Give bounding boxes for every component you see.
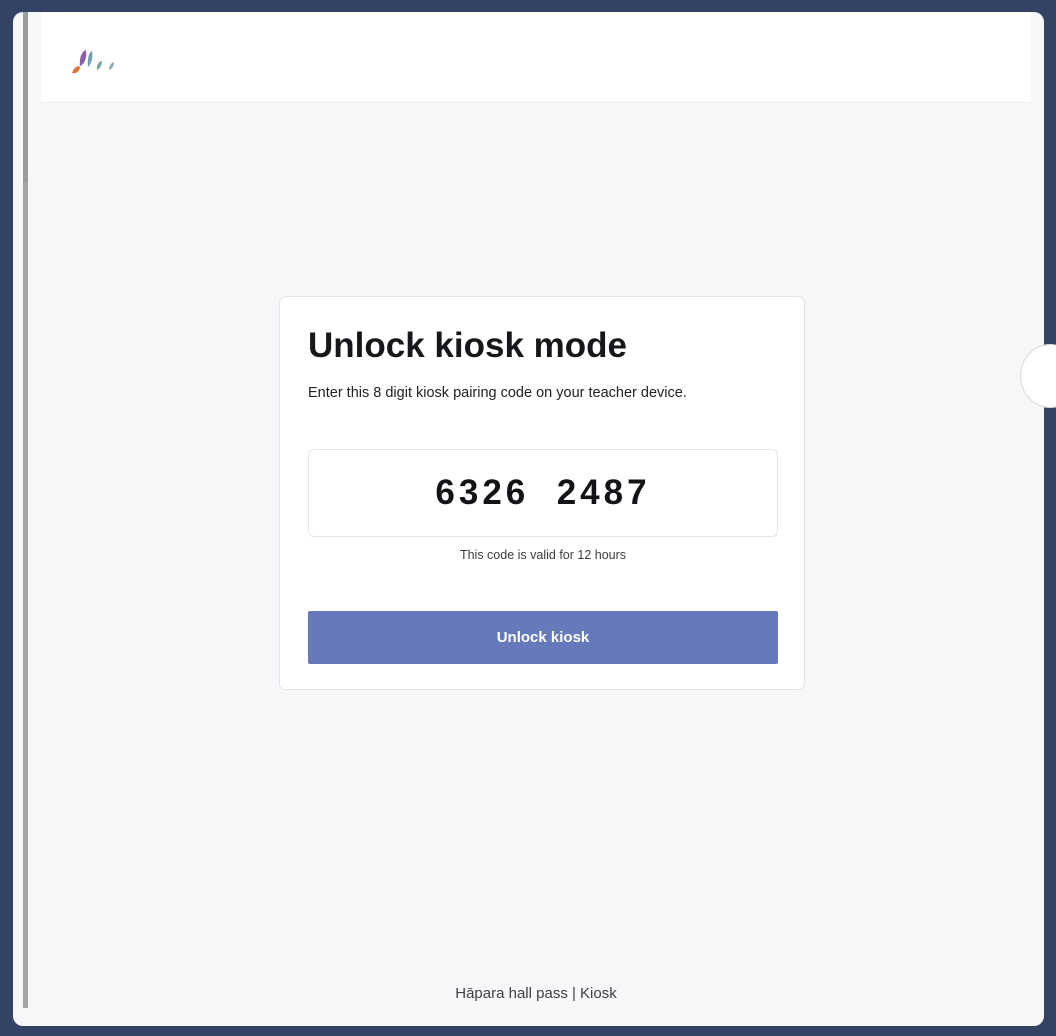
code-validity-note: This code is valid for 12 hours: [459, 548, 627, 562]
card-title: Unlock kiosk mode: [308, 326, 627, 365]
hapara-logo-icon[interactable]: [68, 46, 118, 80]
pairing-code-box: 6326 2487: [308, 449, 778, 537]
unlock-kiosk-button[interactable]: Unlock kiosk: [308, 611, 778, 664]
card-description: Enter this 8 digit kiosk pairing code on…: [308, 385, 687, 401]
top-header: [41, 12, 1031, 103]
footer-text: Hāpara hall pass | Kiosk: [455, 985, 617, 1002]
unlock-kiosk-card: Unlock kiosk mode Enter this 8 digit kio…: [279, 296, 805, 690]
left-scrollbar[interactable]: [23, 12, 28, 1008]
app-window: Unlock kiosk mode Enter this 8 digit kio…: [13, 12, 1044, 1026]
pairing-code: 6326 2487: [435, 473, 651, 512]
scrollbar-thumb[interactable]: [23, 12, 28, 182]
